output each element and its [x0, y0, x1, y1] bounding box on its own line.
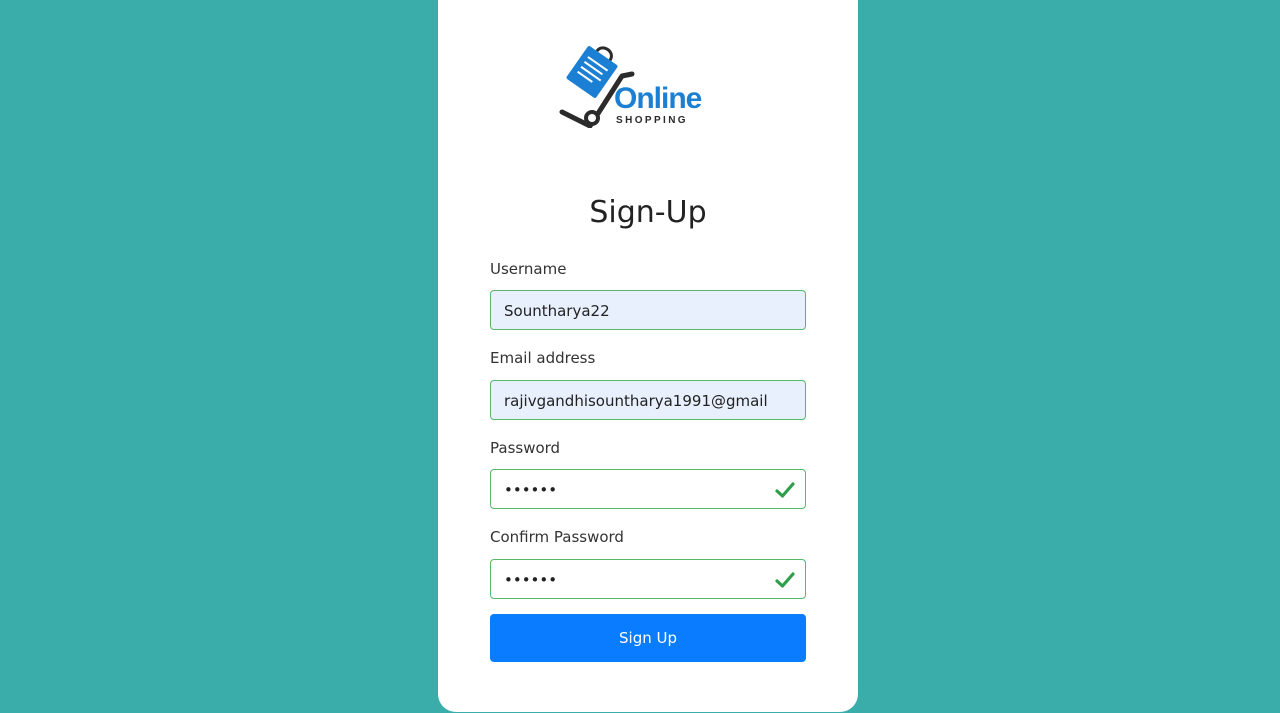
username-label: Username	[490, 260, 567, 278]
checkmark-icon	[775, 572, 795, 588]
password-field[interactable]: ••••••	[490, 469, 806, 509]
email-label: Email address	[490, 349, 596, 367]
password-value: ••••••	[504, 481, 558, 499]
confirm-password-field[interactable]: ••••••	[490, 559, 806, 599]
brand-subtitle: SHOPPING	[616, 115, 688, 126]
brand-logo: Online SHOPPING	[554, 34, 714, 128]
signup-card: Online SHOPPING Sign-Up Username Sountha…	[438, 0, 858, 712]
checkmark-icon	[775, 482, 795, 498]
page-title: Sign-Up	[589, 195, 707, 230]
username-field[interactable]: Sountharya22	[490, 290, 806, 330]
email-field[interactable]: rajivgandhisountharya1991@gmail.com	[490, 380, 806, 420]
sign-up-button[interactable]: Sign Up	[490, 614, 806, 662]
confirm-password-label: Confirm Password	[490, 528, 624, 546]
brand-word: Online	[614, 82, 702, 115]
page: Online SHOPPING Sign-Up Username Sountha…	[0, 0, 1280, 713]
email-value: rajivgandhisountharya1991@gmail.com	[504, 392, 767, 410]
confirm-password-value: ••••••	[504, 571, 558, 589]
password-label: Password	[490, 439, 561, 457]
username-value: Sountharya22	[504, 302, 610, 320]
